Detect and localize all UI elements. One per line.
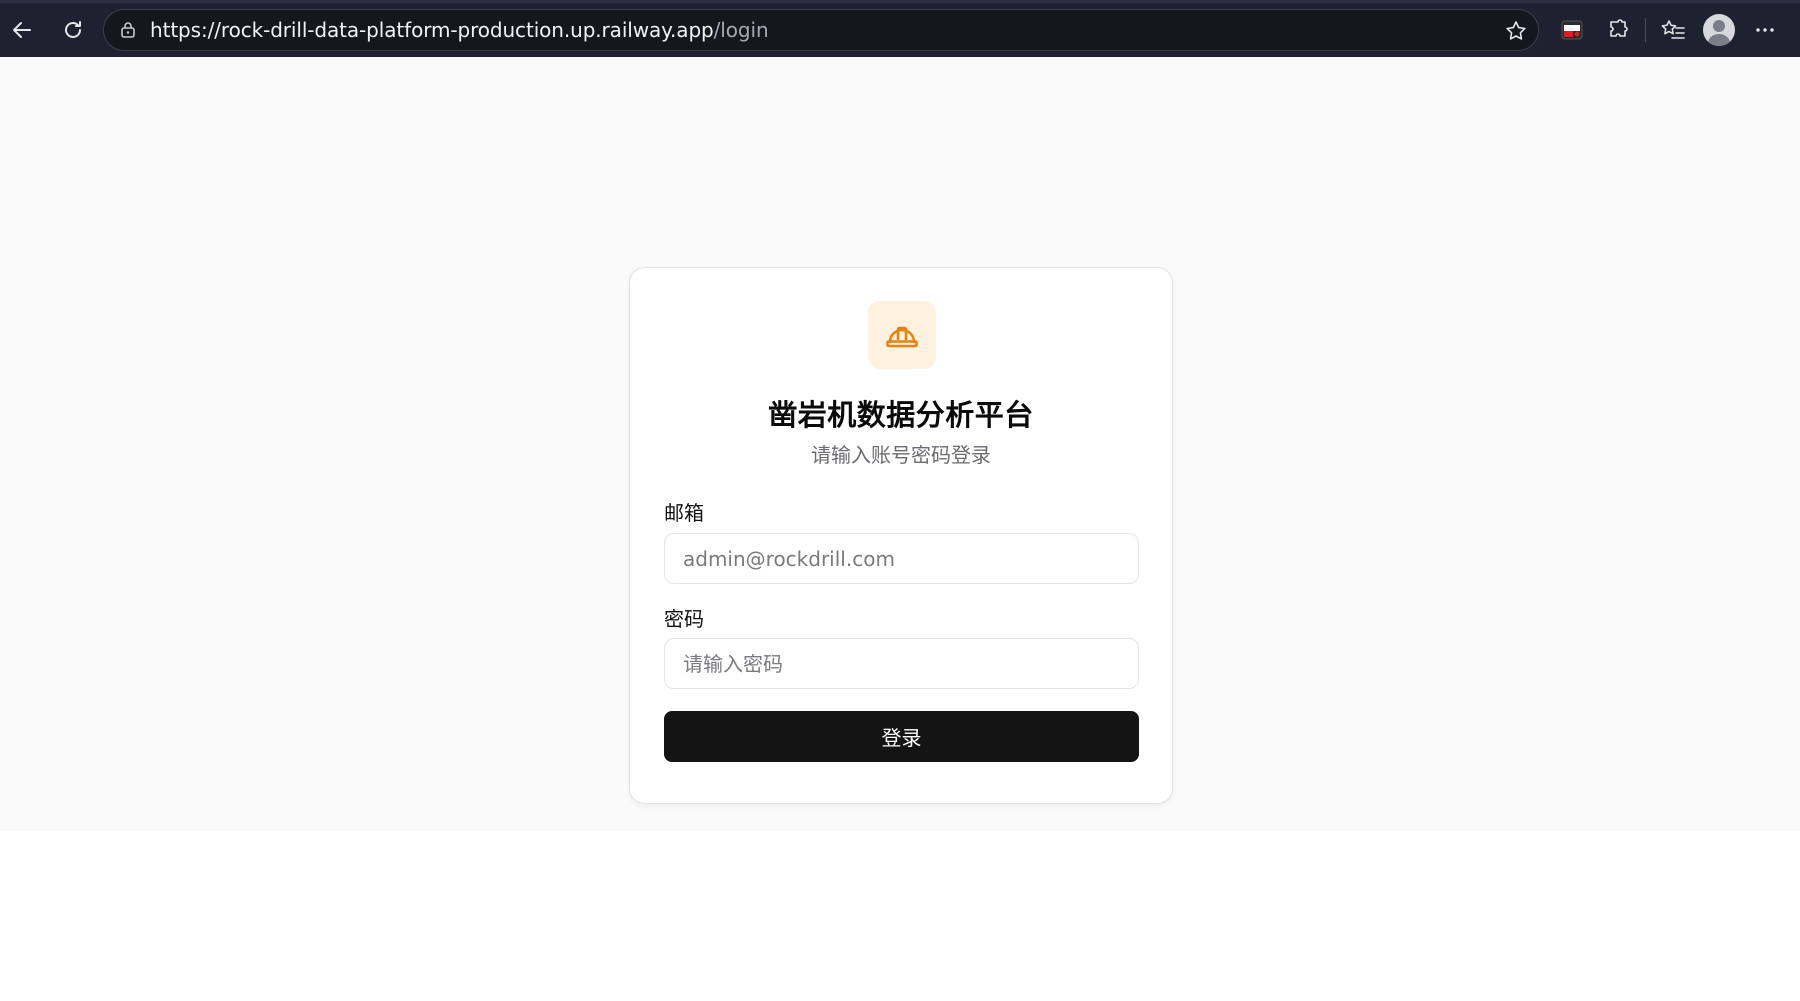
browser-toolbar: https://rock-drill-data-platform-product…: [0, 0, 1800, 57]
reload-icon: [65, 21, 81, 38]
password-label: 密码: [664, 607, 704, 631]
hard-hat-icon: [886, 326, 918, 348]
extension-app-icon: [1561, 20, 1583, 40]
page-title: 凿岩机数据分析平台: [768, 398, 1034, 432]
lock-icon[interactable]: [116, 18, 140, 42]
login-card: 凿岩机数据分析平台 请输入账号密码登录 邮箱 密码 登录: [629, 267, 1173, 804]
favorites-button[interactable]: [1650, 7, 1696, 53]
toolbar-separator: [1645, 18, 1646, 42]
extension-button[interactable]: [1549, 7, 1595, 53]
back-arrow-icon: [13, 22, 31, 38]
favorite-star-icon[interactable]: [1502, 17, 1530, 45]
address-bar[interactable]: https://rock-drill-data-platform-product…: [103, 9, 1539, 51]
more-dots-icon: [1756, 28, 1774, 32]
back-button[interactable]: [0, 8, 44, 52]
email-label: 邮箱: [664, 501, 704, 525]
login-page: 凿岩机数据分析平台 请输入账号密码登录 邮箱 密码 登录: [0, 57, 1800, 831]
url-path: /login: [713, 18, 769, 42]
toolbar-icons: [1549, 7, 1788, 53]
puzzle-icon: [1610, 19, 1628, 37]
page-subtitle: 请输入账号密码登录: [811, 443, 991, 467]
extensions-button[interactable]: [1595, 7, 1641, 53]
reload-button[interactable]: [51, 8, 95, 52]
profile-button[interactable]: [1696, 7, 1742, 53]
logo-badge: [868, 301, 936, 369]
email-input[interactable]: [664, 533, 1139, 584]
login-button[interactable]: 登录: [664, 711, 1139, 762]
page-bottom-area: [0, 831, 1800, 1001]
favorites-list-icon: [1661, 20, 1685, 39]
avatar-icon: [1703, 14, 1735, 46]
menu-button[interactable]: [1742, 7, 1788, 53]
password-input[interactable]: [664, 638, 1139, 689]
url-main: https://rock-drill-data-platform-product…: [150, 18, 714, 42]
url-text[interactable]: https://rock-drill-data-platform-product…: [150, 18, 769, 42]
